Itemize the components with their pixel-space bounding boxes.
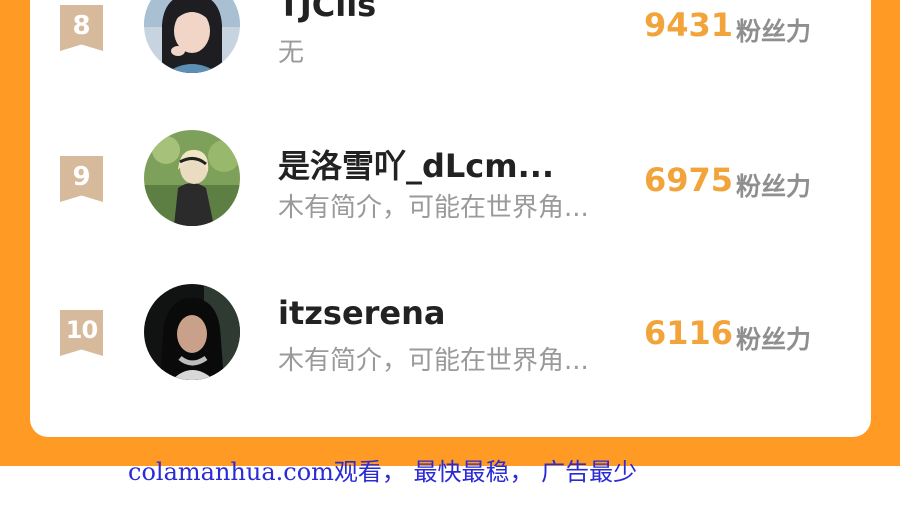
fan-score-unit: 粉丝力 xyxy=(736,172,812,201)
rank-number: 10 xyxy=(65,316,98,344)
fan-score: 6116 xyxy=(644,314,734,352)
rank-badge: 9 xyxy=(60,156,103,202)
fan-score-unit: 粉丝力 xyxy=(736,17,812,46)
rank-number: 9 xyxy=(72,162,91,192)
username[interactable]: 是洛雪吖_dLcm... xyxy=(278,141,554,187)
bio: 木有简介，可能在世界角... xyxy=(278,193,589,223)
bio: 无 xyxy=(278,38,305,68)
ranking-row[interactable]: 10 itzserena 木有简介，可能在世界角... 6116 粉丝力 xyxy=(30,278,871,428)
avatar-dark-hair-icon[interactable] xyxy=(144,284,240,380)
footer-ad-link[interactable]: colamanhua.com观看， 最快最稳， 广告最少 xyxy=(128,452,637,487)
ranking-row[interactable]: 9 是洛雪吖_dLcm... 木有简介，可能在世界角... 6975 粉丝力 xyxy=(30,125,871,275)
bio: 木有简介，可能在世界角... xyxy=(278,346,589,376)
avatar-blonde-icon[interactable] xyxy=(144,130,240,226)
fan-score: 6975 xyxy=(644,161,734,199)
username[interactable]: TJClls xyxy=(278,0,376,24)
fan-score-unit: 粉丝力 xyxy=(736,325,812,354)
username[interactable]: itzserena xyxy=(278,294,446,332)
rank-badge: 8 xyxy=(60,5,103,51)
avatar-woman-icon[interactable] xyxy=(144,0,240,73)
ranking-row[interactable]: 8 TJClls 无 9431 粉丝力 xyxy=(30,0,871,120)
fan-score: 9431 xyxy=(644,6,734,44)
ranking-card: 8 TJClls 无 9431 粉丝力 9 是洛雪吖_dLcm... 木有简介，… xyxy=(30,0,871,437)
rank-badge: 10 xyxy=(60,310,103,356)
rank-number: 8 xyxy=(72,11,91,41)
